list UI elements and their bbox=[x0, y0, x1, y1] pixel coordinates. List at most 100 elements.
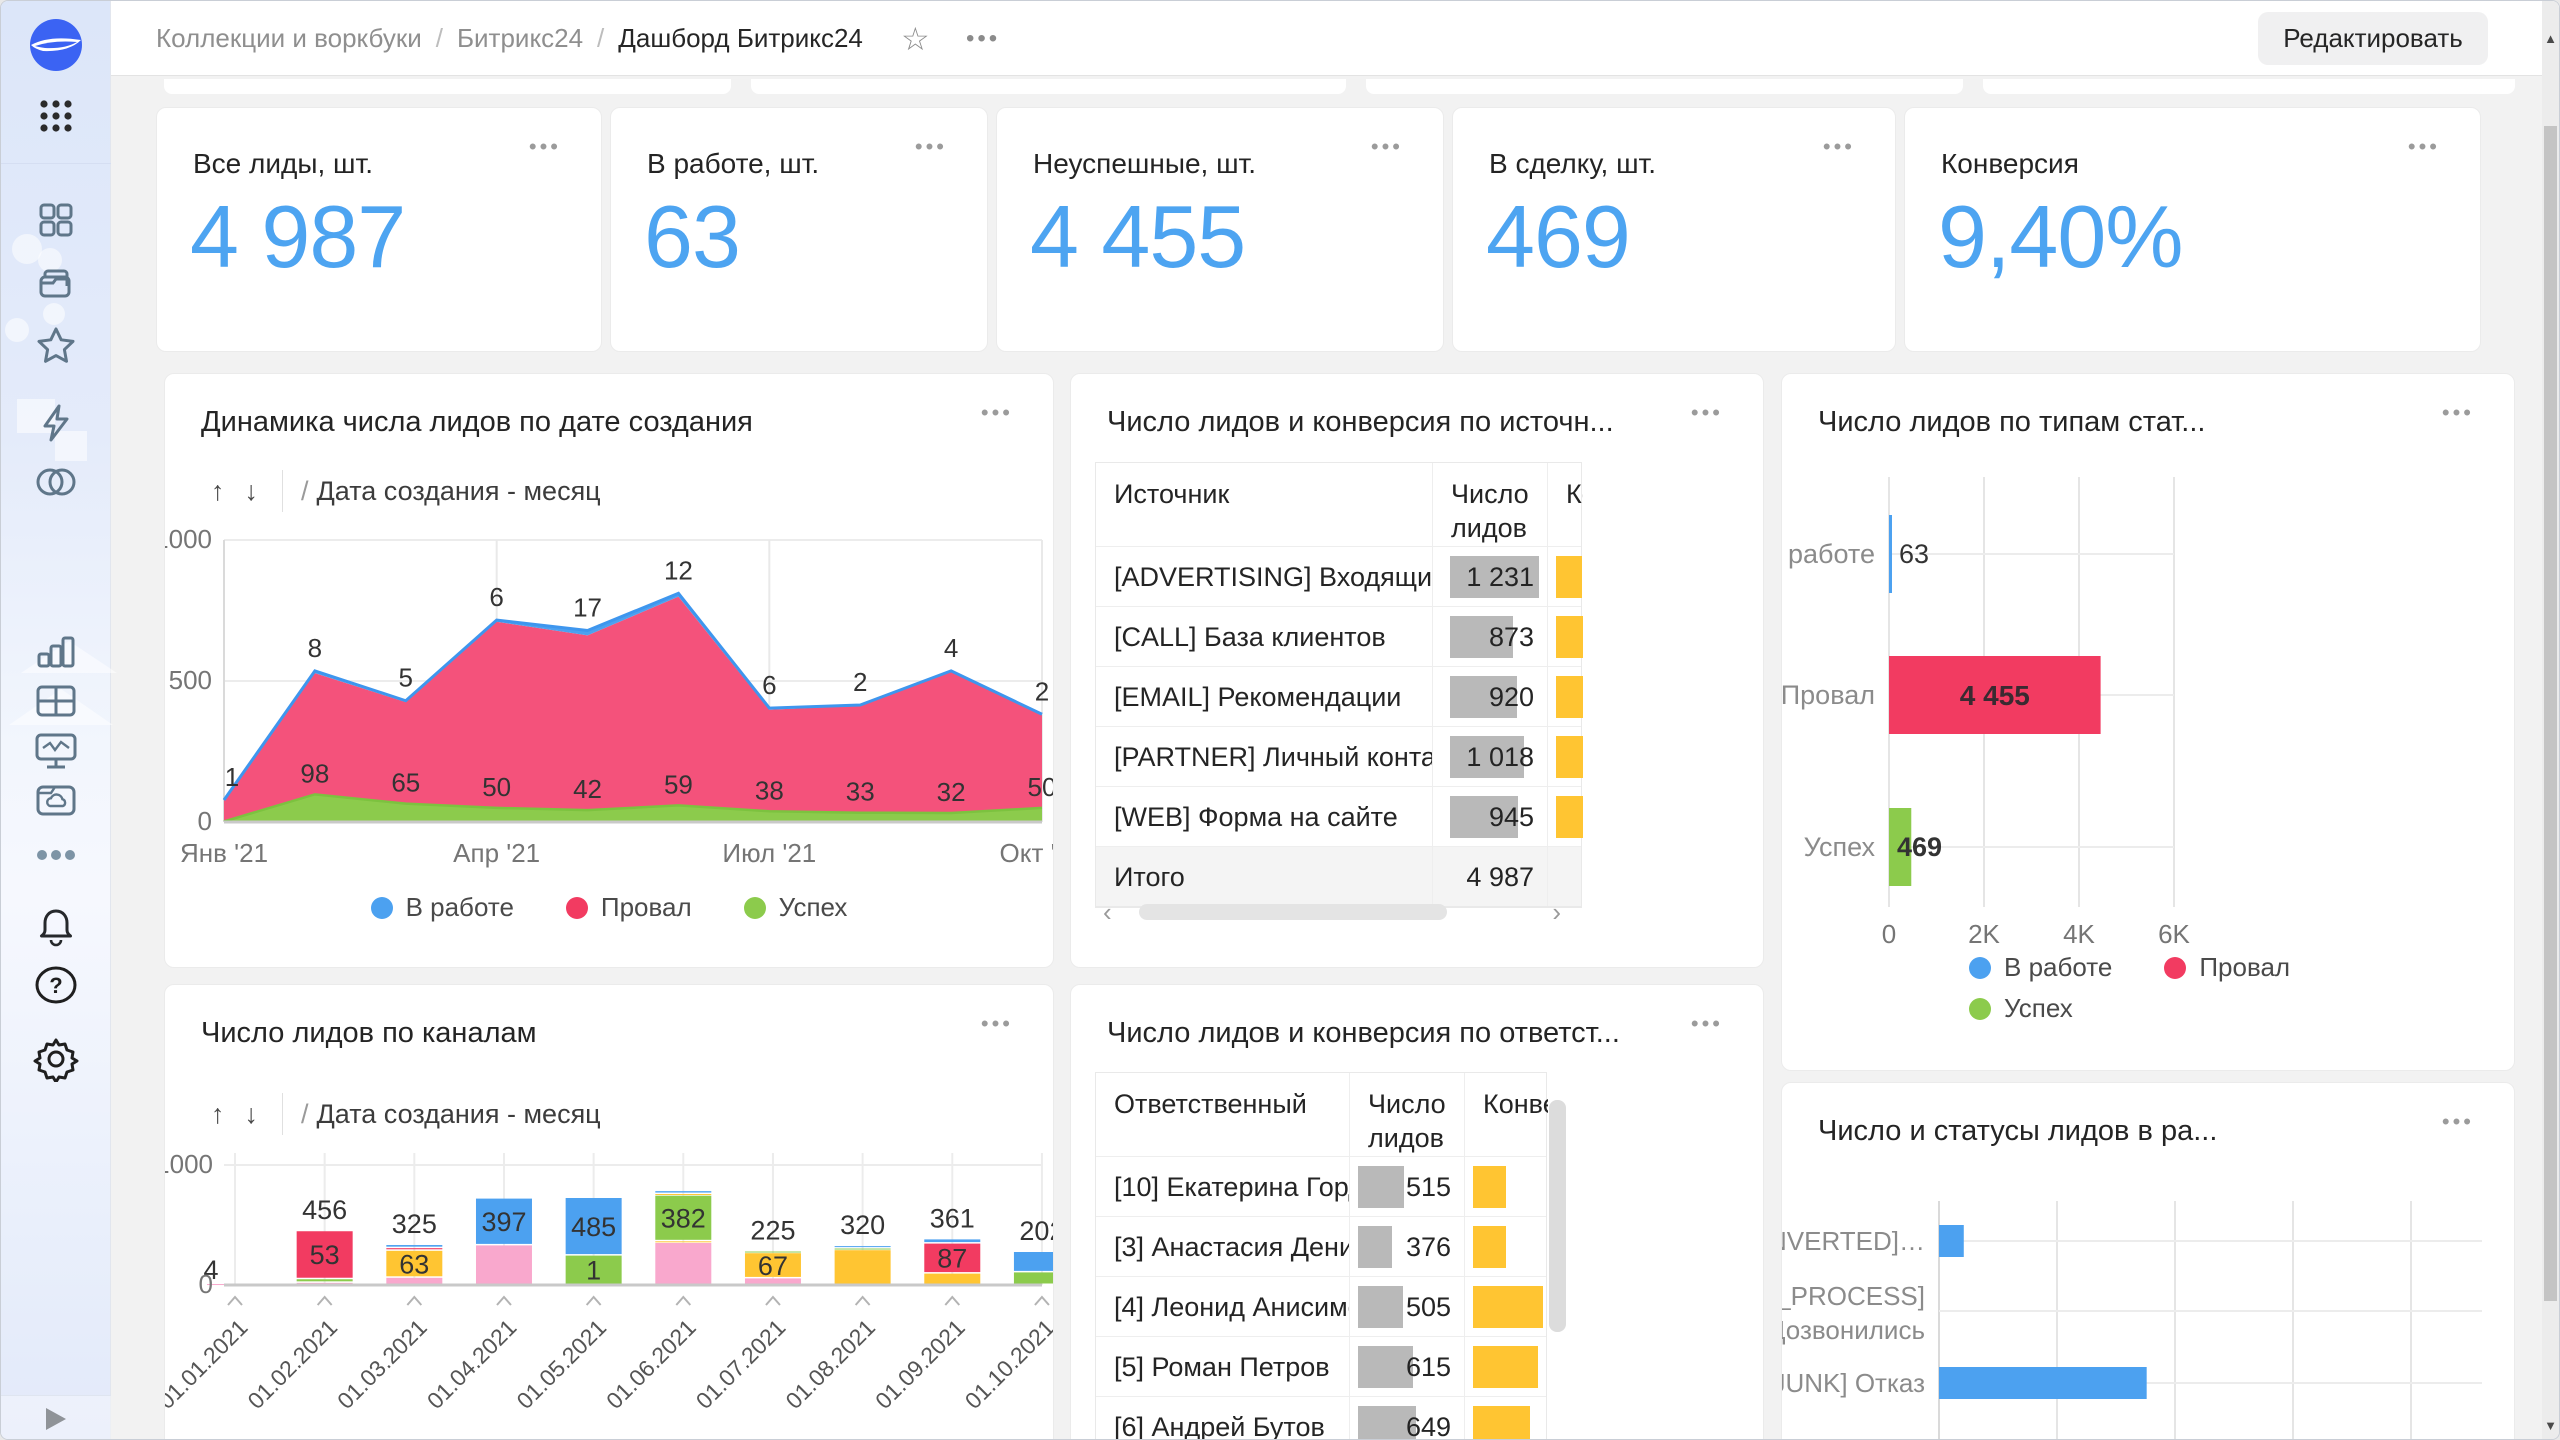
chart-title: Динамика числа лидов по дате создания bbox=[201, 406, 753, 439]
sort-asc-icon[interactable]: ↑ bbox=[201, 476, 235, 507]
breadcrumb-collections[interactable]: Коллекции и воркбуки bbox=[156, 23, 422, 54]
cloud-storage-icon[interactable] bbox=[1, 777, 111, 823]
col-header[interactable]: Конверсия bbox=[1465, 1073, 1548, 1156]
legend-dot-icon bbox=[1969, 998, 1991, 1020]
legend-item[interactable]: В работе bbox=[1969, 952, 2112, 983]
col-header[interactable]: Число лидов bbox=[1433, 463, 1548, 546]
table-vscroll-thumb[interactable] bbox=[1549, 1100, 1566, 1332]
help-icon[interactable]: ? bbox=[1, 961, 111, 1009]
table-row[interactable]: [5] Роман Петров 615 bbox=[1096, 1337, 1546, 1397]
card-menu[interactable]: ••• bbox=[1691, 400, 1723, 426]
workbooks-icon[interactable] bbox=[1, 263, 111, 309]
col-header[interactable]: Конверсия bbox=[1548, 463, 1583, 546]
card-sources-table: Число лидов и конверсия по источн... •••… bbox=[1070, 373, 1764, 968]
help-question-glyph: ? bbox=[49, 973, 62, 998]
chart-title: Число лидов по типам стат... bbox=[1818, 406, 2205, 439]
table-row[interactable]: [PARTNER] Личный контакт 1 018 bbox=[1096, 727, 1581, 787]
card-menu[interactable]: ••• bbox=[981, 400, 1013, 426]
sort-asc-icon[interactable]: ↑ bbox=[201, 1099, 235, 1130]
dynamics-area-chart: 05001000Янв '21Апр '21Июл '21Окт '211856… bbox=[165, 374, 1053, 967]
svg-text:01.03.2021: 01.03.2021 bbox=[332, 1314, 432, 1414]
svg-text:1000: 1000 bbox=[165, 1149, 213, 1179]
tables-icon[interactable] bbox=[1, 679, 111, 723]
table-row[interactable]: [6] Андрей Бутов 649 bbox=[1096, 1397, 1546, 1440]
charts-icon[interactable] bbox=[1, 629, 111, 675]
svg-text:1: 1 bbox=[225, 762, 239, 792]
widgets-icon[interactable] bbox=[1, 199, 111, 241]
svg-text:67: 67 bbox=[758, 1251, 788, 1281]
card-leads-dynamics: Динамика числа лидов по дате создания ••… bbox=[164, 373, 1054, 968]
more-icon[interactable] bbox=[1, 837, 111, 873]
svg-text:8: 8 bbox=[308, 633, 322, 663]
card-menu[interactable]: ••• bbox=[1823, 134, 1855, 160]
svg-text:Провал: Провал bbox=[1782, 680, 1875, 710]
conversion-bar bbox=[1556, 796, 1583, 838]
svg-text:50: 50 bbox=[482, 772, 511, 802]
chart-legend: В работе Провал Успех bbox=[165, 892, 1053, 923]
conversion-bar bbox=[1556, 616, 1583, 658]
col-header[interactable]: Ответственный bbox=[1096, 1073, 1350, 1156]
conversion-bar bbox=[1473, 1286, 1543, 1328]
table-row[interactable]: [10] Екатерина Гордеева 515 bbox=[1096, 1157, 1546, 1217]
svg-text:Июл '21: Июл '21 bbox=[722, 838, 816, 868]
card-menu[interactable]: ••• bbox=[915, 134, 947, 160]
legend-item[interactable]: Провал bbox=[566, 892, 692, 923]
table-row[interactable]: [3] Анастасия Денисова 376 bbox=[1096, 1217, 1546, 1277]
breadcrumb-separator: / bbox=[436, 23, 443, 54]
svg-text:Успех: Успех bbox=[1804, 832, 1876, 862]
favorite-star-icon[interactable]: ☆ bbox=[901, 1, 930, 76]
legend-item[interactable]: Успех bbox=[1969, 993, 2073, 1024]
edit-button[interactable]: Редактировать bbox=[2258, 12, 2488, 65]
notifications-bell-icon[interactable] bbox=[1, 903, 111, 951]
table-row[interactable]: [WEB] Форма на сайте 945 bbox=[1096, 787, 1581, 847]
kpi-label: Все лиды, шт. bbox=[193, 148, 373, 180]
svg-text:2K: 2K bbox=[1968, 919, 2000, 949]
card-menu[interactable]: ••• bbox=[1371, 134, 1403, 160]
card-statuses-progress: Число и статусы лидов в ра... ••• [CONVE… bbox=[1781, 1082, 2515, 1440]
scrollbar-up-icon: ▲ bbox=[2542, 31, 2559, 46]
kpi-value: 9,40% bbox=[1938, 186, 2183, 288]
svg-text:01.10.2021: 01.10.2021 bbox=[960, 1314, 1054, 1414]
page-scrollbar[interactable]: ▲ ▼ bbox=[2542, 1, 2559, 1440]
sort-desc-icon[interactable]: ↓ bbox=[235, 476, 269, 507]
card-menu[interactable]: ••• bbox=[1691, 1011, 1723, 1037]
svg-text:01.06.2021: 01.06.2021 bbox=[601, 1314, 701, 1414]
kpi-label: Конверсия bbox=[1941, 148, 2079, 180]
card-responsible-table: Число лидов и конверсия по ответст... ••… bbox=[1070, 984, 1764, 1440]
svg-text:1000: 1000 bbox=[165, 524, 212, 554]
topbar-menu-dots[interactable]: ••• bbox=[966, 1, 1000, 76]
card-menu[interactable]: ••• bbox=[529, 134, 561, 160]
sort-desc-icon[interactable]: ↓ bbox=[235, 1099, 269, 1130]
table-row[interactable]: [CALL] База клиентов 873 bbox=[1096, 607, 1581, 667]
hscroll-thumb bbox=[1139, 904, 1447, 920]
col-header[interactable]: Число лидов bbox=[1350, 1073, 1465, 1156]
card-menu[interactable]: ••• bbox=[2442, 400, 2474, 426]
breadcrumb-workbook[interactable]: Битрикс24 bbox=[457, 23, 583, 54]
card-menu[interactable]: ••• bbox=[981, 1011, 1013, 1037]
scrollbar-thumb[interactable] bbox=[2544, 126, 2557, 1301]
legend-item[interactable]: Провал bbox=[2164, 952, 2290, 983]
monitor-dashboards-icon[interactable] bbox=[1, 727, 111, 775]
table-row[interactable]: [EMAIL] Рекомендации 920 bbox=[1096, 667, 1581, 727]
quick-actions-icon[interactable] bbox=[1, 399, 111, 447]
table-row[interactable]: [ADVERTISING] Входящий звонок 1 231 bbox=[1096, 547, 1581, 607]
datalens-logo[interactable] bbox=[1, 17, 111, 73]
card-menu[interactable]: ••• bbox=[2442, 1109, 2474, 1135]
sidebar-collapse[interactable] bbox=[1, 1395, 111, 1440]
apps-grid-icon[interactable] bbox=[1, 96, 111, 136]
col-header[interactable]: Источник bbox=[1096, 463, 1433, 546]
svg-text:4 455: 4 455 bbox=[1960, 680, 2030, 711]
favorites-icon[interactable] bbox=[1, 323, 111, 369]
svg-text:4: 4 bbox=[944, 633, 958, 663]
svg-text:0: 0 bbox=[199, 1269, 213, 1299]
svg-text:2: 2 bbox=[1035, 676, 1049, 706]
legend-item[interactable]: В работе bbox=[371, 892, 514, 923]
card-menu[interactable]: ••• bbox=[2408, 134, 2440, 160]
table-row[interactable]: [4] Леонид Анисимов 505 bbox=[1096, 1277, 1546, 1337]
connections-icon[interactable] bbox=[1, 459, 111, 505]
value-bar bbox=[1358, 1166, 1404, 1208]
settings-gear-icon[interactable] bbox=[1, 1033, 111, 1085]
breadcrumb: Коллекции и воркбуки / Битрикс24 / Дашбо… bbox=[156, 1, 863, 76]
svg-text:485: 485 bbox=[571, 1212, 616, 1242]
legend-item[interactable]: Успех bbox=[744, 892, 848, 923]
